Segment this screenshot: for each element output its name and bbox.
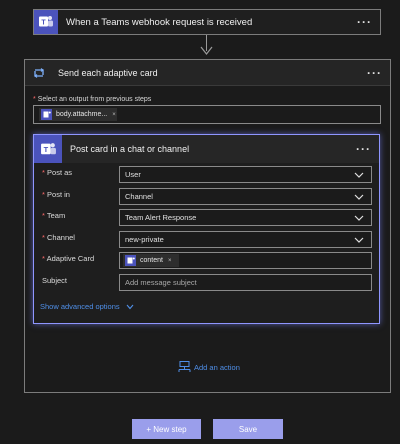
add-action-icon [178, 361, 191, 372]
field-label-text: Subject [42, 276, 68, 285]
teams-icon: T [34, 10, 58, 34]
field-label-text: Post as [47, 168, 73, 177]
field-label: * Post in [42, 190, 70, 199]
required-mark: * [33, 96, 36, 103]
field-post-as: * Post as User [34, 166, 379, 183]
action-menu-button[interactable]: ··· [356, 143, 371, 155]
dropdown-value: Channel [125, 192, 153, 201]
save-button[interactable]: Save [213, 419, 283, 439]
field-label-text: Team [46, 211, 66, 220]
action-card: T Post card in a chat or channel ··· * P… [33, 134, 380, 324]
field-label-text: Channel [47, 233, 75, 242]
subject-input[interactable]: Add message subject [119, 274, 372, 291]
field-label: * Post as [42, 168, 72, 177]
dropdown-value: User [125, 170, 141, 179]
output-label: * Select an output from previous steps [33, 96, 151, 103]
chevron-down-icon [354, 194, 364, 200]
loop-icon [26, 60, 52, 86]
content-token[interactable]: content × [123, 254, 179, 267]
adaptive-card-input[interactable]: content × [119, 252, 372, 269]
action-title: Post card in a chat or channel [70, 144, 190, 154]
field-label-text: Post in [47, 190, 70, 199]
post-as-dropdown[interactable]: User [119, 166, 372, 183]
required-mark: * [42, 168, 45, 177]
advanced-link-text: Show advanced options [40, 302, 120, 311]
field-label: * Team [42, 211, 65, 220]
loop-title: Send each adaptive card [58, 67, 158, 78]
field-label-text: Adaptive Card [46, 254, 95, 263]
connector-arrow-icon [200, 46, 213, 55]
chevron-down-icon [126, 304, 134, 309]
chevron-down-icon [354, 172, 364, 178]
content-token-label: content [140, 257, 163, 264]
svg-text:T: T [43, 145, 48, 154]
action-header[interactable]: T Post card in a chat or channel ··· [34, 135, 379, 163]
trigger-menu-button[interactable]: ··· [357, 16, 372, 28]
output-token[interactable]: body.attachme... × [39, 108, 117, 121]
field-label: * Channel [42, 233, 75, 242]
trigger-card[interactable]: T When a Teams webhook request is receiv… [33, 9, 381, 35]
field-label: * Adaptive Card [42, 254, 94, 263]
add-action-label: Add an action [194, 362, 240, 372]
loop-header[interactable]: Send each adaptive card ··· [25, 60, 390, 86]
required-mark: * [42, 254, 45, 263]
show-advanced-options-link[interactable]: Show advanced options [40, 302, 134, 311]
subject-placeholder: Add message subject [125, 278, 197, 287]
field-team: * Team Team Alert Response [34, 209, 379, 226]
token-remove-icon[interactable]: × [168, 258, 172, 264]
output-input[interactable]: body.attachme... × [33, 105, 381, 124]
output-token-label: body.attachme... [56, 111, 108, 118]
dropdown-value: Team Alert Response [125, 213, 197, 222]
field-post-in: * Post in Channel [34, 188, 379, 205]
output-label-text: Select an output from previous steps [37, 96, 152, 103]
field-channel: * Channel new-private [34, 231, 379, 248]
required-mark: * [42, 190, 45, 199]
required-mark: * [42, 233, 45, 242]
post-in-dropdown[interactable]: Channel [119, 188, 372, 205]
teams-icon [125, 255, 136, 266]
new-step-button[interactable]: + New step [132, 419, 201, 439]
channel-dropdown[interactable]: new-private [119, 231, 372, 248]
svg-text:T: T [41, 20, 46, 27]
field-adaptive-card: * Adaptive Card content × [34, 252, 379, 269]
chevron-down-icon [354, 237, 364, 243]
trigger-title: When a Teams webhook request is received [66, 16, 253, 28]
token-remove-icon[interactable]: × [112, 112, 116, 118]
chevron-down-icon [354, 215, 364, 221]
required-mark: * [42, 211, 45, 220]
dropdown-value: new-private [125, 235, 164, 244]
loop-menu-button[interactable]: ··· [367, 67, 382, 79]
add-action-button[interactable]: Add an action [178, 361, 240, 373]
teams-icon: T [34, 135, 62, 163]
teams-icon [41, 109, 52, 120]
team-dropdown[interactable]: Team Alert Response [119, 209, 372, 226]
field-subject: Subject Add message subject [34, 274, 379, 291]
